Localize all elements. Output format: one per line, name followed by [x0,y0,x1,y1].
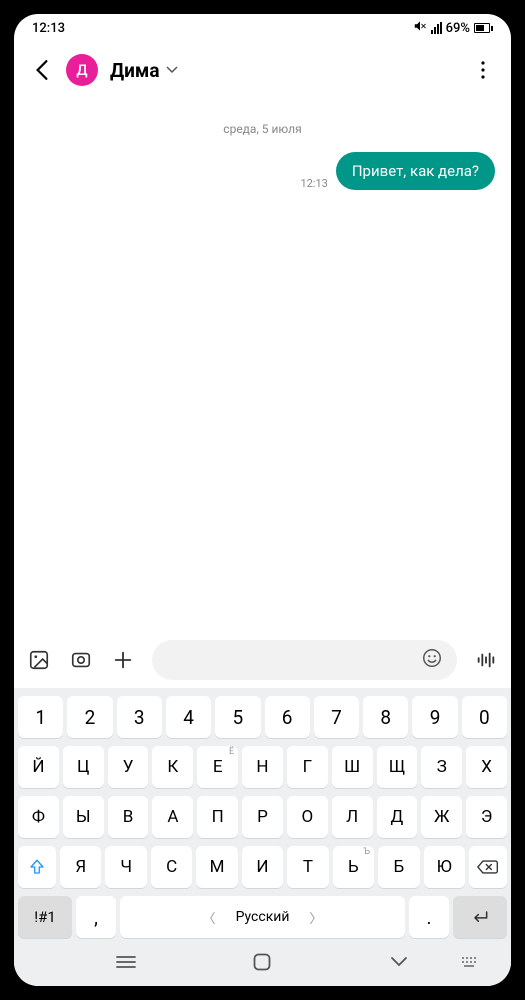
key-Ф[interactable]: Ф [18,796,59,838]
keyboard-hide-button[interactable] [379,950,419,974]
keyboard-settings-button[interactable] [449,950,489,974]
key-Э[interactable]: Э [466,796,507,838]
message-time: 12:13 [300,177,327,190]
home-button[interactable] [242,950,282,974]
back-button[interactable] [30,58,54,82]
keyboard-row-numbers: 1234567890 [18,696,507,738]
battery-icon [474,23,493,33]
status-time: 12:13 [32,21,65,36]
key-Р[interactable]: Р [242,796,283,838]
key-9[interactable]: 9 [412,696,457,738]
enter-key[interactable] [453,896,507,938]
chat-header: Д Дима [14,42,511,98]
status-icons: 69% [413,19,493,37]
key-С[interactable]: С [151,846,192,888]
symbols-key[interactable]: !#1 [18,896,72,938]
battery-pct: 69% [446,21,470,36]
key-Ю[interactable]: Ю [424,846,465,888]
key-О[interactable]: О [287,796,328,838]
text-input[interactable] [152,640,457,680]
key-Б[interactable]: Б [378,846,419,888]
key-6[interactable]: 6 [265,696,310,738]
key-4[interactable]: 4 [166,696,211,738]
key-Г[interactable]: Г [287,746,328,788]
status-bar: 12:13 69% [14,14,511,42]
avatar[interactable]: Д [66,54,98,86]
key-У[interactable]: У [108,746,149,788]
key-М[interactable]: М [196,846,237,888]
contact-name: Дима [110,59,160,82]
key-А[interactable]: А [152,796,193,838]
mute-icon [413,19,427,37]
key-Ч[interactable]: Ч [105,846,146,888]
key-0[interactable]: 0 [462,696,507,738]
key-hint: Ё [229,747,234,757]
more-options-button[interactable] [471,58,495,82]
date-label: среда, 5 июля [30,122,495,136]
key-Е[interactable]: ЕЁ [197,746,238,788]
key-7[interactable]: 7 [314,696,359,738]
message-bubble[interactable]: Привет, как дела? [336,152,495,190]
key-2[interactable]: 2 [67,696,112,738]
lang-prev-icon: 〈 [203,908,216,927]
recents-button[interactable] [106,950,146,974]
add-button[interactable] [110,647,136,673]
key-5[interactable]: 5 [215,696,260,738]
key-Ц[interactable]: Ц [63,746,104,788]
key-Д[interactable]: Д [377,796,418,838]
phone-frame: 12:13 69% Д Дима [0,0,525,1000]
keyboard-row-3: ЯЧСМИТЬЪБЮ [18,846,507,888]
language-label: Русский [236,909,290,925]
key-Т[interactable]: Т [287,846,328,888]
key-Н[interactable]: Н [242,746,283,788]
lang-next-icon: 〉 [309,908,322,927]
key-П[interactable]: П [197,796,238,838]
signal-icon [431,22,442,34]
backspace-key[interactable] [469,846,507,888]
key-Я[interactable]: Я [60,846,101,888]
input-bar [14,632,511,688]
key-hint: Ъ [363,847,370,857]
key-Ж[interactable]: Ж [421,796,462,838]
key-Ш[interactable]: Ш [332,746,373,788]
key-3[interactable]: 3 [117,696,162,738]
key-И[interactable]: И [242,846,283,888]
screen: 12:13 69% Д Дима [14,14,511,986]
key-Ы[interactable]: Ы [63,796,104,838]
nav-bar [18,942,507,982]
key-Щ[interactable]: Щ [377,746,418,788]
key-Й[interactable]: Й [18,746,59,788]
camera-button[interactable] [68,647,94,673]
keyboard-row-1: ЙЦУКЕЁНГШЩЗХ [18,746,507,788]
key-Х[interactable]: Х [466,746,507,788]
key-В[interactable]: В [108,796,149,838]
keyboard: 1234567890 ЙЦУКЕЁНГШЩЗХ ФЫВАПРОЛДЖЭ ЯЧСМ… [14,688,511,986]
emoji-button[interactable] [421,647,443,673]
shift-key[interactable] [18,846,56,888]
language-key[interactable]: 〈 Русский 〉 [120,896,405,938]
key-Ь[interactable]: ЬЪ [333,846,374,888]
voice-input-button[interactable] [473,647,499,673]
keyboard-row-bottom: !#1 , 〈 Русский 〉 . [18,896,507,938]
comma-key[interactable]: , [76,896,116,938]
contact-name-dropdown[interactable]: Дима [110,59,459,82]
key-8[interactable]: 8 [363,696,408,738]
key-1[interactable]: 1 [18,696,63,738]
key-К[interactable]: К [152,746,193,788]
period-key[interactable]: . [409,896,449,938]
message-row-outgoing: 12:13 Привет, как дела? [30,152,495,190]
chat-area[interactable]: среда, 5 июля 12:13 Привет, как дела? [14,98,511,632]
key-З[interactable]: З [421,746,462,788]
chevron-down-icon [166,63,178,77]
key-Л[interactable]: Л [332,796,373,838]
keyboard-row-2: ФЫВАПРОЛДЖЭ [18,796,507,838]
gallery-button[interactable] [26,647,52,673]
